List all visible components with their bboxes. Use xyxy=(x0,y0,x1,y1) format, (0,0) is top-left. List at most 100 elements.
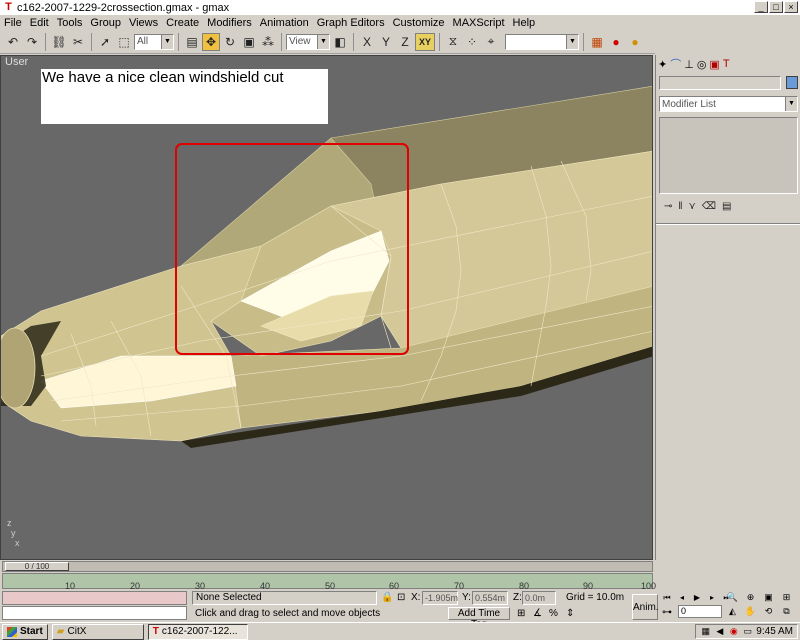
menu-group[interactable]: Group xyxy=(86,17,125,29)
render-icon[interactable]: ● xyxy=(607,33,625,51)
timeline: 0 / 100 10 20 30 40 50 60 70 80 90 100 xyxy=(0,560,656,591)
z-coord-field[interactable]: 0.0m xyxy=(522,591,556,605)
select-and-link-icon[interactable]: ⛓ xyxy=(50,33,68,51)
percent-snap-icon[interactable]: % xyxy=(549,608,558,619)
menu-create[interactable]: Create xyxy=(162,17,203,29)
hierarchy-tab-icon[interactable]: ⊥ xyxy=(684,58,694,71)
add-time-tag-button[interactable]: Add Time Tag xyxy=(448,607,510,630)
taskbar-item-gmax[interactable]: T c162-2007-122... xyxy=(147,623,248,640)
time-slider[interactable]: 0 / 100 xyxy=(2,561,653,572)
transform-type-in-icon[interactable]: ⁂ xyxy=(259,33,277,51)
menu-file[interactable]: File xyxy=(0,17,26,29)
menu-animation[interactable]: Animation xyxy=(256,17,313,29)
start-button[interactable]: Start xyxy=(2,623,48,640)
display-icon[interactable]: ▭ xyxy=(742,626,753,637)
array-icon[interactable]: ⁘ xyxy=(463,33,481,51)
mirror-icon[interactable]: ⧖ xyxy=(444,33,462,51)
menu-maxscript[interactable]: MAXScript xyxy=(449,17,509,29)
select-by-name-icon[interactable]: ▤ xyxy=(183,33,201,51)
network-icon[interactable]: ▦ xyxy=(700,626,711,637)
menu-graph-editors[interactable]: Graph Editors xyxy=(313,17,389,29)
pin-stack-icon[interactable]: ⊸ xyxy=(664,201,672,212)
reference-coord-dropdown[interactable]: View ▼ xyxy=(286,33,330,50)
arc-rotate-icon[interactable]: ⟲ xyxy=(760,605,777,618)
next-frame-icon[interactable]: ▸ xyxy=(705,591,719,604)
close-button[interactable]: × xyxy=(784,1,798,13)
select-object-icon[interactable]: ➚ xyxy=(96,33,114,51)
menu-customize[interactable]: Customize xyxy=(389,17,449,29)
modifier-stack[interactable] xyxy=(659,117,798,194)
scale-icon[interactable]: ▣ xyxy=(240,33,258,51)
menu-modifiers[interactable]: Modifiers xyxy=(203,17,256,29)
display-tab-icon[interactable]: ▣ xyxy=(709,58,719,71)
modifier-list-dropdown[interactable]: Modifier List ▼ xyxy=(659,96,798,112)
selection-filter-dropdown[interactable]: All ▼ xyxy=(134,33,174,50)
spinner-snap-icon[interactable]: ⇕ xyxy=(566,608,574,619)
viewport-label[interactable]: User xyxy=(5,56,28,68)
zoom-extents-all-icon[interactable]: ⊞ xyxy=(778,591,795,604)
y-coord-field[interactable]: 0.554m xyxy=(472,591,508,605)
make-unique-icon[interactable]: ⋎ xyxy=(689,201,696,212)
zoom-icon[interactable]: 🔍 xyxy=(724,591,741,604)
grid-size: Grid = 10.0m xyxy=(566,592,625,603)
animate-button[interactable]: Anim. xyxy=(632,594,659,620)
angle-snap-icon[interactable]: ∡ xyxy=(533,608,542,619)
go-to-start-icon[interactable]: ⏮ xyxy=(660,591,674,604)
absolute-mode-icon[interactable]: ⊡ xyxy=(397,592,405,603)
clock[interactable]: 9:45 AM xyxy=(756,626,793,637)
render-scene-icon[interactable]: ● xyxy=(626,33,644,51)
named-selection-dropdown[interactable]: ▼ xyxy=(505,33,579,50)
show-end-result-icon[interactable]: ‖ xyxy=(678,201,682,212)
rotate-icon[interactable]: ↻ xyxy=(221,33,239,51)
taskbar-item-citx[interactable]: ▰ CitX xyxy=(51,623,144,640)
menu-tools[interactable]: Tools xyxy=(53,17,87,29)
object-name-field[interactable] xyxy=(659,76,781,90)
track-bar[interactable]: 10 20 30 40 50 60 70 80 90 100 xyxy=(2,573,656,591)
maximize-viewport-icon[interactable]: ⧉ xyxy=(778,605,795,618)
time-slider-thumb[interactable]: 0 / 100 xyxy=(5,562,69,571)
restrict-z-icon[interactable]: Z xyxy=(396,33,414,51)
snap-toggle-icon[interactable]: ⊞ xyxy=(517,608,525,619)
x-coord-field[interactable]: -1.905m xyxy=(422,591,458,605)
maxscript-listener-output[interactable] xyxy=(2,591,187,605)
modify-tab-icon[interactable]: ⌒ xyxy=(670,56,681,72)
maximize-button[interactable]: □ xyxy=(769,1,783,13)
create-tab-icon[interactable]: ✦ xyxy=(658,58,667,71)
configure-modifiers-icon[interactable]: ▤ xyxy=(722,201,731,212)
remove-modifier-icon[interactable]: ⌫ xyxy=(702,201,716,212)
volume-icon[interactable]: ◀ xyxy=(714,626,725,637)
material-editor-icon[interactable]: ▦ xyxy=(588,33,606,51)
restrict-y-icon[interactable]: Y xyxy=(377,33,395,51)
region-select-icon[interactable]: ⬚ xyxy=(115,33,133,51)
pivot-center-icon[interactable]: ◧ xyxy=(331,33,349,51)
menu-views[interactable]: Views xyxy=(125,17,162,29)
previous-frame-icon[interactable]: ◂ xyxy=(675,591,689,604)
utilities-tab-icon[interactable]: T xyxy=(723,58,730,70)
minimize-button[interactable]: _ xyxy=(754,1,768,13)
zoom-extents-icon[interactable]: ▣ xyxy=(760,591,777,604)
align-icon[interactable]: ⌖ xyxy=(482,33,500,51)
move-icon[interactable]: ✥ xyxy=(202,32,220,51)
key-mode-icon[interactable]: ⊶ xyxy=(662,607,672,618)
field-of-view-icon[interactable]: ◭ xyxy=(724,605,741,618)
current-frame-field[interactable]: 0 xyxy=(678,605,722,618)
restrict-xy-button[interactable]: XY xyxy=(415,32,435,51)
redo-icon[interactable]: ↷ xyxy=(23,33,41,51)
menu-help[interactable]: Help xyxy=(509,17,540,29)
object-color-swatch[interactable] xyxy=(786,76,798,89)
pan-icon[interactable]: ✋ xyxy=(742,605,759,618)
unlink-icon[interactable]: ✂ xyxy=(69,33,87,51)
perspective-viewport[interactable]: User We have a nice clean windshield cut… xyxy=(0,55,653,560)
gmax-app-icon[interactable]: T xyxy=(2,1,15,14)
restrict-x-icon[interactable]: X xyxy=(358,33,376,51)
menu-edit[interactable]: Edit xyxy=(26,17,53,29)
toolbar-divider xyxy=(91,32,92,51)
play-icon[interactable]: ▶ xyxy=(690,591,704,604)
selection-status: None Selected xyxy=(192,591,377,605)
maxscript-listener-input[interactable] xyxy=(2,606,187,620)
undo-icon[interactable]: ↶ xyxy=(4,33,22,51)
antivirus-icon[interactable]: ◉ xyxy=(728,626,739,637)
motion-tab-icon[interactable]: ◎ xyxy=(697,58,707,71)
lock-selection-icon[interactable]: 🔒 xyxy=(381,592,393,603)
zoom-all-icon[interactable]: ⊕ xyxy=(742,591,759,604)
